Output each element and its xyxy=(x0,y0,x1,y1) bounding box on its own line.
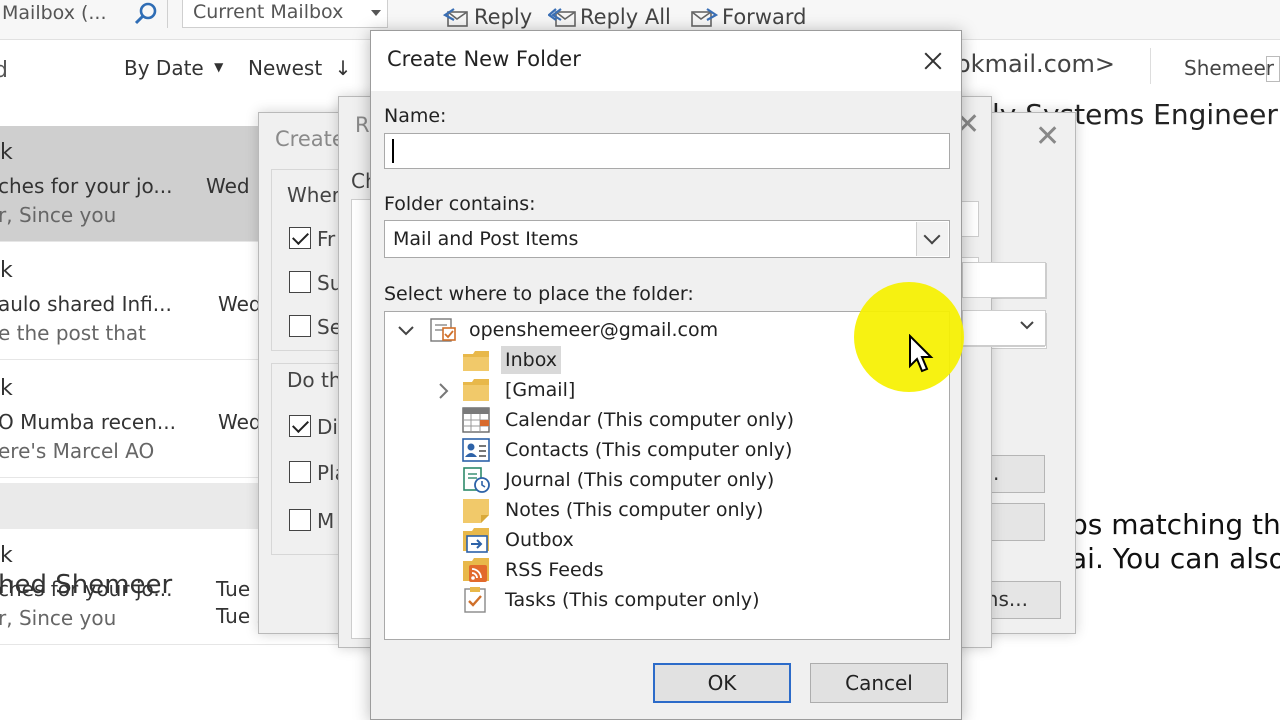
tree-node-label: Contacts (This computer only) xyxy=(505,439,793,461)
message-preview: r, Since you xyxy=(0,606,117,630)
condition-subject-checkbox[interactable] xyxy=(289,271,311,293)
action-move-checkbox[interactable] xyxy=(289,509,311,531)
message-date: Wed xyxy=(206,174,250,198)
email-body-line: bs matching the xyxy=(1070,508,1280,541)
journal-icon xyxy=(463,467,490,493)
reply-label: Reply xyxy=(474,5,533,29)
sort-by-dropdown[interactable]: By Date ▼ xyxy=(124,56,223,80)
condition-label: Fr xyxy=(317,227,336,251)
reply-all-button[interactable]: Reply All xyxy=(548,2,671,32)
sort-order-label: Newest xyxy=(248,56,323,80)
sender-email: okmail.com> xyxy=(956,50,1115,78)
reply-all-icon xyxy=(548,8,576,27)
mailbox-icon xyxy=(430,318,456,342)
arrow-down-icon: ↓ xyxy=(334,56,352,80)
chevron-down-icon xyxy=(1017,315,1037,335)
collapse-chevron-icon[interactable] xyxy=(397,322,415,340)
rule-dropdown[interactable] xyxy=(962,310,1046,346)
chevron-down-icon: ▼ xyxy=(214,60,224,74)
message-sender: k xyxy=(0,376,13,401)
chevron-down-icon[interactable] xyxy=(916,222,948,256)
conditions-label: Wher xyxy=(287,183,340,207)
tree-node-label: Inbox xyxy=(501,346,561,374)
dialog-title: Create New Folder xyxy=(387,47,581,71)
reply-icon xyxy=(442,8,468,27)
search-text: Mailbox (... xyxy=(2,2,107,24)
tree-node-label: [Gmail] xyxy=(505,379,576,401)
close-icon[interactable] xyxy=(913,43,953,79)
outbox-folder-icon xyxy=(463,528,489,553)
tree-node-label: Journal (This computer only) xyxy=(505,469,775,491)
message-subject: ches for your jo... xyxy=(0,174,173,198)
message-preview: ere's Marcel AO xyxy=(0,439,155,463)
cancel-button[interactable]: Cancel xyxy=(810,663,948,703)
folder-name-input[interactable] xyxy=(384,133,950,169)
expand-chevron-icon[interactable] xyxy=(435,382,453,400)
calendar-icon xyxy=(462,407,490,433)
message-subject: O Mumba recen... xyxy=(0,410,176,434)
tree-node-label: Outbox xyxy=(505,529,574,551)
message-sender: k xyxy=(0,543,13,568)
sort-by-label: By Date xyxy=(124,56,204,80)
forward-button[interactable]: Forward xyxy=(690,2,806,32)
message-date: Wed xyxy=(218,410,262,434)
chevron-down-icon xyxy=(371,10,381,16)
message-subject: aulo shared Infi... xyxy=(0,292,172,316)
inbox-folder-icon xyxy=(463,351,489,371)
reply-button[interactable]: Reply xyxy=(442,2,532,32)
folder-contains-value: Mail and Post Items xyxy=(393,228,579,250)
email-body-line: ai. You can also xyxy=(1070,542,1280,575)
forward-icon xyxy=(691,8,718,27)
chevron-left-icon[interactable]: d xyxy=(0,58,8,83)
search-scope-label: Current Mailbox xyxy=(193,1,344,23)
message-preview: r, Since you xyxy=(0,203,117,227)
message-sender: k xyxy=(0,258,13,283)
search-scope-dropdown[interactable]: Current Mailbox xyxy=(182,0,388,28)
pane-control[interactable] xyxy=(1266,56,1280,82)
search-icon[interactable] xyxy=(132,0,160,28)
tree-node-label: Notes (This computer only) xyxy=(505,499,764,521)
message-date: Wed xyxy=(218,292,262,316)
folder-contains-select[interactable]: Mail and Post Items xyxy=(384,220,950,258)
text-cursor xyxy=(392,139,394,163)
rule-input[interactable] xyxy=(962,262,1046,298)
mouse-pointer-icon xyxy=(909,334,934,373)
actions-label: Do th xyxy=(287,368,342,392)
notes-icon xyxy=(463,499,489,523)
sort-order-toggle[interactable]: Newest ↓ xyxy=(248,56,351,80)
contacts-icon xyxy=(462,438,490,462)
tree-node-label: Tasks (This computer only) xyxy=(505,589,760,611)
message-sender: k xyxy=(0,140,13,165)
close-icon[interactable]: ✕ xyxy=(1035,119,1060,154)
message-date: Tue xyxy=(216,577,251,601)
message-sender: hed Shemeer xyxy=(0,570,173,600)
rss-feed-icon xyxy=(463,558,489,582)
action-label: Di xyxy=(317,415,338,439)
message-preview: e the post that xyxy=(0,321,147,345)
name-label: Name: xyxy=(384,105,447,127)
action-play-checkbox[interactable] xyxy=(289,461,311,483)
tree-node-label: RSS Feeds xyxy=(505,559,604,581)
forward-label: Forward xyxy=(722,5,807,29)
divider xyxy=(1150,48,1151,84)
folder-contains-label: Folder contains: xyxy=(384,193,536,215)
reply-all-label: Reply All xyxy=(580,5,671,29)
tree-node-label: openshemeer@gmail.com xyxy=(469,319,719,341)
action-display-checkbox[interactable] xyxy=(289,415,311,437)
ok-button[interactable]: OK xyxy=(653,663,791,703)
dialog-title: R xyxy=(355,113,370,137)
condition-sent-checkbox[interactable] xyxy=(289,315,311,337)
tasks-icon xyxy=(464,587,486,613)
action-label: M xyxy=(317,509,335,533)
sort-bar: d By Date ▼ Newest ↓ xyxy=(0,44,410,90)
tree-node-label: Calendar (This computer only) xyxy=(505,409,795,431)
condition-from-checkbox[interactable] xyxy=(289,227,311,249)
dialog-title: Create xyxy=(275,127,345,151)
folder-icon xyxy=(463,379,489,401)
location-label: Select where to place the folder: xyxy=(384,283,694,305)
